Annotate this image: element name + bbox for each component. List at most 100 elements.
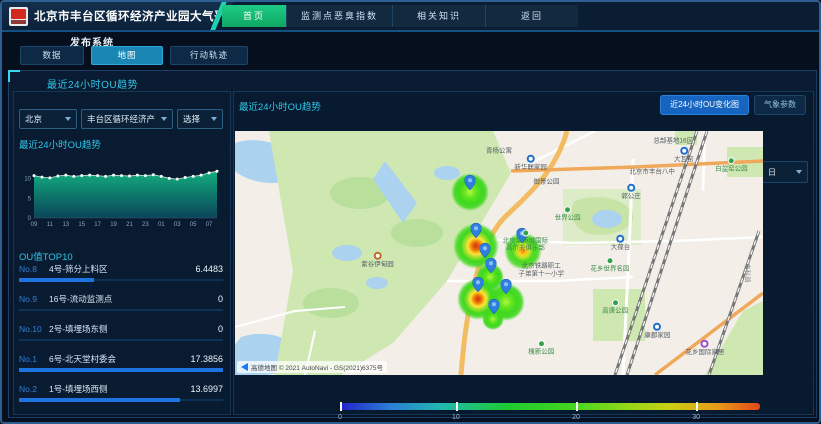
ranking-title: OU值TOP10: [19, 249, 73, 263]
map-label: 花乡国际家居: [685, 340, 724, 356]
city-select[interactable]: 北京: [19, 109, 77, 129]
park-icon: [606, 257, 613, 264]
rank-value: 17.3856: [190, 354, 223, 364]
map-label: 新华联家园: [514, 154, 547, 170]
rank-bar-fill: [19, 278, 94, 282]
rank-number: No.1: [19, 354, 44, 364]
map-attribution-text: 高德地图 © 2021 AutoNavi - GS(2021)6375号: [251, 362, 383, 372]
weather-params-button[interactable]: 气象参数: [754, 95, 806, 115]
map-label: 康郡家园: [644, 323, 670, 339]
svg-text:5: 5: [28, 196, 32, 202]
svg-text:10: 10: [24, 177, 31, 183]
view-tabs: 数据 地图 行动轨迹: [20, 46, 248, 65]
ranking-list: No.8 4号-筛分上料区 6.4483 No.9 16号-流动监测点 0 No…: [19, 263, 223, 401]
ranking-row[interactable]: No.2 1号-填埋场西侧 13.6997: [19, 383, 223, 401]
tab-data[interactable]: 数据: [20, 46, 84, 65]
top-header: 北京市丰台区循环经济产业园大气恶臭状况实时 首页 监测点恶臭指数 相关知识 返回: [2, 2, 819, 32]
time-range-select[interactable]: 日: [762, 161, 808, 183]
tab-track[interactable]: 行动轨迹: [170, 46, 248, 65]
svg-text:01: 01: [158, 222, 165, 228]
ranking-row[interactable]: No.1 6号-北天堂村委会 17.3856: [19, 353, 223, 371]
map-label: 丰科路: [743, 263, 750, 283]
legend-tick: [696, 402, 698, 411]
map-section-title: 最近24小时OU趋势: [239, 99, 321, 113]
metro-station-icon: [680, 147, 688, 155]
filter-bar: 北京 丰台区循环经济产 选择: [19, 109, 223, 129]
rank-station-name: 1号-填埋场西侧: [49, 383, 185, 395]
metro-station-icon: [527, 154, 535, 162]
svg-text:03: 03: [174, 222, 181, 228]
chevron-down-icon: [161, 117, 167, 121]
nav-item-knowledge[interactable]: 相关知识: [392, 5, 485, 27]
metro-station-icon: [653, 323, 661, 331]
map-label: 青杨公寓: [486, 147, 512, 154]
rank-number: No.2: [19, 384, 44, 394]
station-select[interactable]: 选择: [177, 109, 223, 129]
trend-chart-title: 最近24小时OU趋势: [19, 137, 101, 151]
park-icon: [728, 157, 735, 164]
legend-tick: [576, 402, 578, 411]
time-range-value: 日: [768, 167, 776, 178]
logo-red-mark: [11, 9, 26, 19]
rank-number: No.10: [19, 324, 44, 334]
nav-item-home[interactable]: 首页: [222, 5, 286, 27]
svg-text:11: 11: [47, 222, 54, 228]
nav-item-back[interactable]: 返回: [485, 5, 578, 27]
rank-bar-track: [19, 399, 223, 401]
map-label: 花乡世界名园: [590, 257, 629, 272]
city-select-value: 北京: [25, 113, 42, 125]
legend-label: 0: [338, 414, 342, 421]
rank-station-name: 4号-筛分上料区: [49, 263, 190, 275]
map-label: 北京华侨城国际 高尔夫俱乐部: [503, 229, 549, 252]
tab-map[interactable]: 地图: [91, 46, 163, 65]
ou-trend-chart: 0510091113151719212301030507: [19, 151, 223, 231]
map-label: 槐新公园: [528, 340, 554, 355]
app-logo: [9, 7, 28, 26]
park-icon: [538, 340, 545, 347]
map-label: 大葆台: [611, 235, 631, 251]
map-label: 总部基地16区: [653, 137, 693, 144]
rank-value: 0: [218, 294, 223, 304]
map-label: 北京市丰台八中: [629, 169, 675, 176]
svg-text:05: 05: [190, 222, 197, 228]
svg-text:15: 15: [78, 222, 85, 228]
chevron-down-icon: [211, 117, 217, 121]
poi-icon: [374, 252, 382, 260]
map-attribution: 高德地图 © 2021 AutoNavi - GS(2021)6375号: [237, 361, 387, 373]
logo-base: [11, 20, 26, 24]
map-label: 大瓦窑: [674, 147, 694, 163]
map-label: 高唐公园: [602, 299, 628, 314]
rank-bar-fill: [19, 368, 223, 372]
map-toolbar: 近24小时OU变化图 气象参数: [660, 95, 806, 115]
rank-value: 6.4483: [195, 264, 223, 274]
legend-tick: [456, 402, 458, 411]
park-icon: [522, 229, 529, 236]
map-labels-layer: 青杨公寓新华联家园御景公园总部基地16区北京市丰台八中世界公园北京华侨城国际 高…: [235, 131, 763, 375]
metro-station-icon: [701, 340, 709, 348]
map-label: 白盆窑公园: [715, 157, 748, 172]
heat-scale-legend: 0 10 20 30: [340, 403, 760, 410]
rank-station-name: 6号-北天堂村委会: [49, 353, 185, 365]
map-canvas[interactable]: 青杨公寓新华联家园御景公园总部基地16区北京市丰台八中世界公园北京华侨城国际 高…: [235, 131, 763, 375]
nav-item-odor-index[interactable]: 监测点恶臭指数: [286, 5, 392, 27]
svg-text:23: 23: [142, 222, 149, 228]
svg-text:19: 19: [110, 222, 117, 228]
rank-value: 0: [218, 324, 223, 334]
park-icon: [564, 206, 571, 213]
ranking-row[interactable]: No.8 4号-筛分上料区 6.4483: [19, 263, 223, 281]
rank-value: 13.6997: [190, 384, 223, 394]
ranking-row[interactable]: No.10 2号-填埋场东侧 0: [19, 323, 223, 341]
legend-label: 30: [692, 414, 700, 421]
ou-change-chart-button[interactable]: 近24小时OU变化图: [660, 95, 749, 115]
svg-text:07: 07: [206, 222, 213, 228]
amap-logo-icon: [241, 363, 248, 371]
district-select-value: 丰台区循环经济产: [87, 113, 155, 125]
district-select[interactable]: 丰台区循环经济产: [81, 109, 173, 129]
map-label: 郭公庄: [621, 184, 641, 200]
legend-label: 10: [452, 414, 460, 421]
map-label: 御景公园: [534, 179, 560, 186]
metro-station-icon: [627, 184, 635, 192]
rank-number: No.9: [19, 294, 44, 304]
ranking-row[interactable]: No.9 16号-流动监测点 0: [19, 293, 223, 311]
rank-bar-track: [19, 339, 223, 341]
